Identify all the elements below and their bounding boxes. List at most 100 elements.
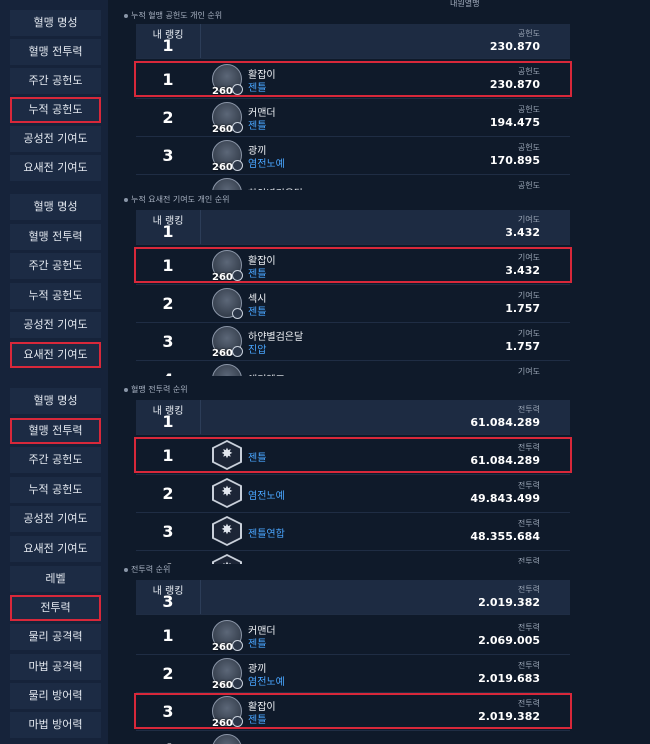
guild-name[interactable]: 젠틀 bbox=[248, 303, 266, 318]
guild-name[interactable]: 젠틀 bbox=[248, 265, 266, 280]
sidebar-item[interactable]: 주간 공헌도 bbox=[10, 447, 101, 473]
level-badge: 260 bbox=[212, 718, 233, 729]
sidebar-item[interactable]: 누적 공헌도 bbox=[10, 476, 101, 503]
ranking-row[interactable]: 4다진이님께전투력 bbox=[136, 550, 570, 564]
ranking-row[interactable]: 1 젠틀 전투력 61.084.289 bbox=[136, 436, 570, 475]
sidebar-item[interactable]: 물리 방어력 bbox=[10, 682, 101, 709]
section-title: 누적 요새전 기여도 개인 순위 bbox=[124, 194, 230, 205]
class-icon bbox=[232, 716, 243, 727]
divider bbox=[200, 210, 201, 244]
sidebar-item[interactable]: 마법 방어력 bbox=[10, 712, 101, 738]
my-rank-value: 2.019.382 bbox=[478, 596, 540, 609]
sidebar-item[interactable]: 물리 공격력 bbox=[10, 624, 101, 651]
sidebar-item[interactable]: 요새전 기여도 bbox=[10, 535, 101, 562]
ranking-row[interactable]: 2 260 광끼 염전노예 전투력 2.019.683 bbox=[136, 654, 570, 693]
my-rank-value-label: 공헌도 bbox=[517, 29, 540, 38]
character-avatar-icon bbox=[212, 178, 242, 190]
ranking-panel-1: 혈맹 명성 혈맹 전투력 주간 공헌도 누적 공헌도 공성전 기여도 요새전 기여도 누적 … bbox=[0, 190, 650, 376]
value: 48.355.684 bbox=[470, 530, 540, 543]
guild-name[interactable]: 젠틀 bbox=[248, 79, 266, 94]
clan-emblem-icon bbox=[212, 440, 242, 470]
level-badge: 260 bbox=[212, 272, 233, 283]
my-rank-row: 내 랭킹 3 전투력 2.019.382 bbox=[136, 580, 570, 615]
sidebar-item[interactable]: 레벨 bbox=[10, 566, 101, 592]
sidebar-item[interactable]: 공성전 기여도 bbox=[10, 506, 101, 532]
ranking-row[interactable]: 3 260 활잡이 젠틀 전투력 2.019.382 bbox=[136, 692, 570, 731]
my-rank-row: 내 랭킹 1 전투력 61.084.289 bbox=[136, 400, 570, 435]
sidebar-item[interactable]: 누적 공헌도 bbox=[10, 97, 101, 123]
bullet-icon bbox=[124, 13, 128, 18]
emblem-inner bbox=[214, 442, 240, 468]
sidebar-item[interactable]: 주간 공헌도 bbox=[10, 68, 101, 94]
sidebar-item[interactable]: 혈맹 명성 bbox=[10, 10, 101, 36]
ranking-row[interactable]: 1 260 활잡이 젠틀 기여도 3.432 bbox=[136, 246, 570, 285]
guild-name[interactable]: 진압 bbox=[248, 341, 266, 356]
guild-name[interactable]: 염전노예 bbox=[248, 155, 285, 170]
sidebar-item[interactable]: 혈맹 전투력 bbox=[10, 39, 101, 65]
value: 2.019.683 bbox=[478, 672, 540, 685]
emblem-inner bbox=[214, 480, 240, 506]
my-rank-value: 61.084.289 bbox=[470, 416, 540, 429]
ranking-panel-0: 혈맹 명성 혈맹 전투력 주간 공헌도 누적 공헌도 공성전 기여도 요새전 기여도 내원열… bbox=[0, 0, 650, 190]
rank-number: 3 bbox=[162, 332, 174, 351]
bullet-icon bbox=[124, 197, 128, 202]
value-label: 전투력 bbox=[517, 699, 540, 708]
rank-number: 2 bbox=[162, 294, 174, 313]
sidebar-item[interactable]: 주간 공헌도 bbox=[10, 253, 101, 279]
character-avatar-icon: 260 bbox=[212, 140, 243, 173]
ranking-row[interactable]: 3 젠틀연합 전투력 48.355.684 bbox=[136, 512, 570, 551]
bullet-icon bbox=[124, 387, 128, 392]
sidebar-item[interactable]: 요새전 기여도 bbox=[10, 155, 101, 181]
class-icon bbox=[232, 160, 243, 171]
guild-name[interactable]: 젠틀 bbox=[248, 117, 266, 132]
emblem-inner bbox=[214, 556, 240, 564]
ranking-row[interactable]: 4멸창 bbox=[136, 730, 570, 744]
sidebar-item[interactable]: 요새전 기여도 bbox=[10, 341, 101, 368]
value-label: 전투력 bbox=[517, 557, 540, 564]
clan-name[interactable]: 젠틀 bbox=[248, 449, 266, 464]
sidebar-item[interactable]: 공성전 기여도 bbox=[10, 126, 101, 152]
ranking-row[interactable]: 4애기엘프기여도 bbox=[136, 360, 570, 376]
my-rank-row: 내 랭킹 1 기여도 3.432 bbox=[136, 210, 570, 245]
value-label: 전투력 bbox=[517, 443, 540, 452]
rank-number: 3 bbox=[162, 522, 174, 541]
sidebar-item[interactable]: 혈맹 명성 bbox=[10, 388, 101, 414]
sidebar-item[interactable]: 혈맹 명성 bbox=[10, 194, 101, 220]
sidebar-item[interactable]: 전투력 bbox=[10, 595, 101, 622]
sidebar-item[interactable]: 누적 공헌도 bbox=[10, 282, 101, 309]
value-label: 전투력 bbox=[517, 661, 540, 670]
value-label: 기여도 bbox=[517, 329, 540, 338]
ranking-row[interactable]: 2 섹시 젠틀 기여도 1.757 bbox=[136, 284, 570, 323]
value: 1.757 bbox=[505, 340, 540, 353]
guild-name[interactable]: 젠틀 bbox=[248, 711, 266, 726]
level-badge: 260 bbox=[212, 348, 233, 359]
sidebar-item[interactable]: 혈맹 전투력 bbox=[10, 223, 101, 250]
sidebar-item[interactable]: 혈맹 전투력 bbox=[10, 417, 101, 444]
clan-name[interactable]: 젠틀연합 bbox=[248, 525, 285, 540]
guild-name[interactable]: 염전노예 bbox=[248, 673, 285, 688]
value-label: 기여도 bbox=[517, 253, 540, 262]
value-label: 전투력 bbox=[517, 481, 540, 490]
ranking-row[interactable]: 1 260 활잡이 젠틀 공헌도 230.870 bbox=[136, 60, 570, 99]
section-title-text: 혈맹 전투력 순위 bbox=[131, 385, 188, 394]
ranking-row[interactable]: 3 260 하얀별검은달 진압 기여도 1.757 bbox=[136, 322, 570, 361]
character-avatar-icon bbox=[212, 364, 242, 376]
ranking-row[interactable]: 3 260 광끼 염전노예 공헌도 170.895 bbox=[136, 136, 570, 175]
ranking-row[interactable]: 2 260 커맨더 젠틀 공헌도 194.475 bbox=[136, 98, 570, 137]
ranking-row[interactable]: 하얀별검은달공헌도 bbox=[136, 174, 570, 190]
value: 2.019.382 bbox=[478, 710, 540, 723]
character-avatar-icon: 260 bbox=[212, 64, 243, 97]
clan-name[interactable]: 염전노예 bbox=[248, 487, 285, 502]
value-label: 공헌도 bbox=[517, 143, 540, 152]
value-label: 기여도 bbox=[517, 291, 540, 300]
ranking-row[interactable]: 1 260 커맨더 젠틀 전투력 2.069.005 bbox=[136, 616, 570, 655]
sidebar-item[interactable]: 마법 공격력 bbox=[10, 653, 101, 680]
rank-number: 4 bbox=[136, 740, 200, 744]
level-badge: 260 bbox=[212, 680, 233, 691]
sidebar-item[interactable]: 공성전 기여도 bbox=[10, 312, 101, 338]
guild-name[interactable]: 젠틀 bbox=[248, 635, 266, 650]
my-rank-value-label: 기여도 bbox=[517, 215, 540, 224]
sidebar: 혈맹 명성혈맹 전투력주간 공헌도누적 공헌도공성전 기여도요새전 기여도 bbox=[0, 0, 108, 190]
sidebar: 혈맹 명성혈맹 전투력주간 공헌도누적 공헌도공성전 기여도요새전 기여도 bbox=[0, 190, 108, 376]
ranking-row[interactable]: 2 염전노예 전투력 49.843.499 bbox=[136, 474, 570, 513]
